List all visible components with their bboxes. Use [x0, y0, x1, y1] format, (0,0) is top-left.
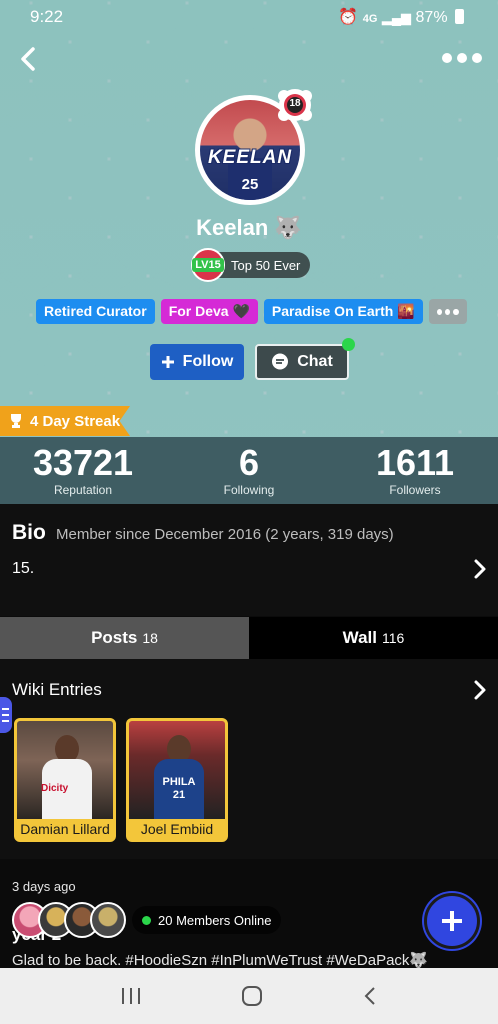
trophy-icon	[11, 414, 21, 428]
stat-value: 6	[238, 442, 260, 483]
more-tags-button[interactable]	[428, 299, 467, 324]
member-since: Member since December 2016 (2 years, 319…	[56, 526, 394, 543]
level-title-pill[interactable]: LV15 Top 50 Ever	[191, 248, 311, 282]
tag-retired-curator[interactable]: Retired Curator	[36, 299, 155, 324]
stat-reputation[interactable]: 33721 Reputation	[0, 437, 166, 504]
profile-tags: Retired Curator For Deva 🖤 Paradise On E…	[36, 299, 467, 324]
post-text: Glad to be back. #HoodieSzn #InPlumWeTru…	[12, 952, 429, 969]
wiki-card[interactable]: Dicity Damian Lillard	[14, 718, 116, 842]
stat-following[interactable]: 6 Following	[166, 437, 332, 504]
dot-icon	[457, 53, 467, 63]
chevron-right-icon	[474, 559, 486, 579]
network-label: 4G	[362, 13, 378, 25]
follow-button[interactable]: Follow	[150, 344, 244, 380]
wiki-card-image: Dicity	[17, 721, 113, 819]
system-nav-bar	[0, 968, 498, 1024]
avatar-number: 25	[241, 176, 259, 193]
follow-label: Follow	[182, 353, 234, 370]
wiki-title[interactable]: Wiki Entries	[12, 680, 102, 700]
members-online-pill: 20 Members Online	[132, 906, 282, 934]
online-dot-icon	[142, 915, 151, 925]
back-nav-icon[interactable]	[362, 985, 378, 1007]
wiki-card-image: PHILA 21	[129, 721, 225, 819]
chat-button[interactable]: Chat	[255, 338, 355, 380]
stat-label: Reputation	[53, 483, 113, 497]
tab-posts[interactable]: Posts 18	[0, 617, 249, 659]
dot-icon	[453, 308, 459, 315]
menu-icon	[2, 708, 9, 722]
jersey-text: Dicity	[41, 783, 69, 794]
signal-icon: ▂▄▆	[381, 10, 412, 25]
username: Keelan 🐺	[196, 215, 302, 240]
stat-value: 33721	[32, 442, 134, 483]
avatar-text: KEELAN	[207, 147, 293, 168]
wiki-card-label: Joel Embiid	[140, 821, 214, 837]
online-members[interactable]: 20 Members Online	[12, 901, 282, 939]
bio-title: Bio	[12, 521, 46, 544]
tag-paradise-on-earth[interactable]: Paradise On Earth 🌇	[263, 299, 423, 324]
bio-text: 15.	[12, 560, 35, 577]
battery-level: 87%	[415, 9, 448, 26]
dot-icon	[436, 308, 442, 315]
chevron-left-icon	[21, 47, 35, 71]
bio-section[interactable]: Bio Member since December 2016 (2 years,…	[0, 504, 498, 616]
plus-icon	[161, 356, 174, 368]
recent-apps-icon[interactable]	[120, 986, 142, 1006]
online-status-dot	[342, 338, 355, 351]
side-drawer-handle[interactable]	[0, 697, 12, 733]
status-indicators: ⏰ 4G ▂▄▆ 87%	[338, 7, 464, 27]
profile-actions: Follow Chat	[150, 338, 355, 380]
level-badge: LV15	[191, 248, 225, 282]
tab-count: 18	[142, 630, 158, 646]
create-post-button[interactable]	[424, 893, 480, 949]
stat-value: 1611	[375, 442, 455, 483]
post-time: 3 days ago	[12, 879, 76, 894]
status-bar: 9:22 ⏰ 4G ▂▄▆ 87%	[0, 0, 498, 34]
back-button[interactable]	[14, 44, 44, 74]
tab-count: 116	[382, 630, 405, 646]
tag-for-deva[interactable]: For Deva 🖤	[160, 299, 258, 324]
status-time: 9:22	[30, 7, 64, 26]
members-online-label: 20 Members Online	[158, 912, 272, 928]
more-options-button[interactable]	[442, 48, 484, 68]
stat-followers[interactable]: 1611 Followers	[332, 437, 498, 504]
chat-label: Chat	[297, 353, 333, 370]
wiki-card-label: Damian Lillard	[20, 821, 110, 837]
user-title: Top 50 Ever	[231, 257, 301, 273]
stat-label: Following	[223, 483, 275, 497]
member-avatar	[90, 902, 126, 938]
plus-icon	[442, 911, 462, 931]
dot-icon	[472, 53, 482, 63]
tab-label: Wall	[342, 628, 377, 647]
battery-icon	[455, 9, 464, 24]
stat-label: Followers	[389, 483, 441, 497]
level-badge-label: LV15	[192, 258, 224, 272]
avatar-badge-label: 18	[289, 98, 301, 109]
streak-banner: 4 Day Streak	[0, 406, 130, 436]
home-icon[interactable]	[241, 985, 263, 1007]
tab-label: Posts	[91, 628, 138, 647]
chat-bubble-icon	[272, 353, 289, 370]
wiki-cards: Dicity Damian Lillard PHILA 21 Joel Embi…	[14, 718, 228, 842]
dot-icon	[444, 308, 451, 315]
tab-wall[interactable]: Wall 116	[249, 617, 498, 659]
chevron-right-icon[interactable]	[472, 679, 488, 701]
alarm-icon: ⏰	[338, 9, 359, 26]
avatar-badge: 18	[276, 88, 314, 124]
jersey-text: PHILA 21	[162, 776, 196, 801]
dot-icon	[442, 53, 452, 63]
streak-label: 4 Day Streak	[30, 412, 121, 430]
profile-stats: 33721 Reputation 6 Following 1611 Follow…	[0, 437, 498, 504]
content-tabs: Posts 18 Wall 116	[0, 617, 498, 659]
wiki-card[interactable]: PHILA 21 Joel Embiid	[126, 718, 228, 842]
